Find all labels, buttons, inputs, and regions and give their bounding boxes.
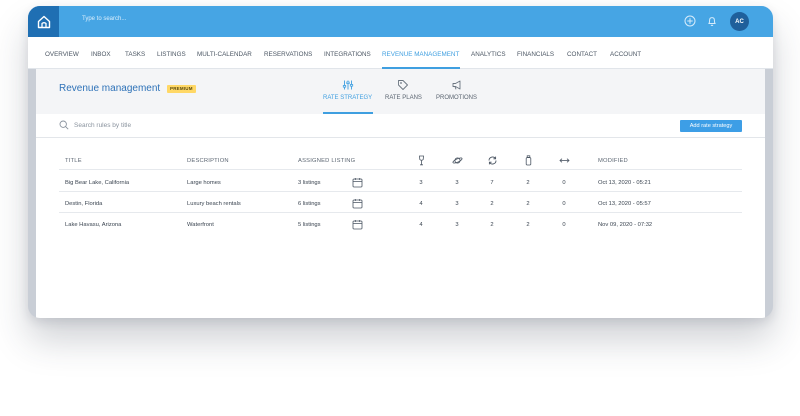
- main-nav: OVERVIEW INBOX TASKS LISTINGS MULTI-CALE…: [28, 37, 773, 69]
- bottle-icon: [525, 155, 532, 166]
- search-icon: [59, 120, 69, 130]
- row-refresh-count: 2: [490, 222, 494, 228]
- arrows-horizontal-icon: [559, 158, 570, 163]
- nav-item-overview[interactable]: OVERVIEW: [45, 51, 79, 58]
- row-modified: Oct 13, 2020 - 05:21: [598, 180, 651, 186]
- calendar-icon[interactable]: [352, 219, 363, 230]
- refresh-icon: [488, 156, 497, 165]
- nav-item-listings[interactable]: LISTINGS: [157, 51, 186, 58]
- row-divider: [59, 212, 742, 213]
- tab-rate-strategy[interactable]: RATE STRATEGY: [323, 79, 372, 101]
- sliders-icon: [342, 80, 353, 90]
- nav-item-integrations[interactable]: INTEGRATIONS: [324, 51, 371, 58]
- calendar-icon[interactable]: [352, 177, 363, 188]
- row-bottle-count: 2: [526, 201, 530, 207]
- row-assigned-listings[interactable]: 5 listings: [298, 222, 321, 228]
- nav-item-inbox[interactable]: INBOX: [91, 51, 111, 58]
- add-rate-strategy-button[interactable]: Add rate strategy: [680, 120, 742, 132]
- nav-item-analytics[interactable]: ANALYTICS: [471, 51, 506, 58]
- page-title: Revenue management: [59, 83, 161, 94]
- tab-label: RATE STRATEGY: [323, 95, 373, 101]
- row-description: Waterfront: [187, 222, 214, 228]
- row-wine-count: 4: [419, 201, 423, 207]
- tab-promotions[interactable]: PROMOTIONS: [436, 79, 477, 101]
- nav-item-tasks[interactable]: TASKS: [125, 51, 145, 58]
- row-planet-count: 3: [455, 201, 459, 207]
- row-modified: Nov 09, 2020 - 07:32: [598, 222, 653, 228]
- rules-search-bar: Add rate strategy: [36, 114, 765, 138]
- row-description: Luxury beach rentals: [187, 201, 241, 207]
- global-search-input[interactable]: Type to search...: [82, 16, 126, 22]
- row-planet-count: 3: [455, 180, 459, 186]
- tag-icon: [398, 80, 409, 90]
- row-wine-count: 3: [419, 180, 423, 186]
- row-planet-count: 3: [455, 222, 459, 228]
- panel-header: Revenue management PREMIUM RATE STRATEGY…: [36, 69, 765, 114]
- row-title: Big Bear Lake, California: [65, 180, 130, 186]
- row-arrows-count: 0: [562, 201, 566, 207]
- megaphone-icon: [452, 80, 460, 90]
- nav-item-multi-calendar[interactable]: MULTI-CALENDAR: [197, 51, 252, 58]
- tab-rate-plans[interactable]: RATE PLANS: [385, 79, 422, 101]
- house-icon: [37, 15, 50, 28]
- home-logo[interactable]: [28, 6, 59, 37]
- row-modified: Oct 13, 2020 - 05:57: [598, 201, 651, 207]
- column-header-title[interactable]: TITLE: [65, 158, 82, 164]
- content-panel: Revenue management PREMIUM RATE STRATEGY…: [36, 69, 765, 318]
- nav-item-revenue-management[interactable]: REVENUE MANAGEMENT: [382, 51, 459, 58]
- row-wine-count: 4: [419, 222, 423, 228]
- calendar-icon[interactable]: [352, 198, 363, 209]
- row-title: Destin, Florida: [65, 201, 103, 207]
- row-arrows-count: 0: [562, 222, 566, 228]
- nav-item-financials[interactable]: FINANCIALS: [517, 51, 554, 58]
- row-bottle-count: 2: [526, 180, 530, 186]
- row-assigned-listings[interactable]: 3 listings: [298, 180, 321, 186]
- nav-item-contact[interactable]: CONTACT: [567, 51, 597, 58]
- add-circle-icon[interactable]: [683, 14, 697, 28]
- column-header-assigned-listing[interactable]: ASSIGNED LISTING: [298, 158, 355, 164]
- row-description: Large homes: [187, 180, 221, 186]
- tab-label: PROMOTIONS: [436, 95, 478, 101]
- premium-badge: PREMIUM: [167, 85, 196, 93]
- row-bottle-count: 2: [526, 222, 530, 228]
- row-divider: [59, 169, 742, 170]
- row-assigned-listings[interactable]: 6 listings: [298, 201, 321, 207]
- row-arrows-count: 0: [562, 180, 566, 186]
- column-header-description[interactable]: DESCRIPTION: [187, 158, 229, 164]
- app-window: Type to search... AC OVERVIEW INBOX TASK…: [28, 6, 773, 318]
- nav-item-account[interactable]: ACCOUNT: [610, 51, 641, 58]
- nav-item-reservations[interactable]: RESERVATIONS: [264, 51, 312, 58]
- search-input[interactable]: [74, 119, 274, 131]
- planet-icon: [452, 157, 463, 164]
- row-refresh-count: 7: [490, 180, 494, 186]
- top-bar: Type to search... AC: [28, 6, 773, 37]
- column-header-modified[interactable]: MODIFIED: [598, 158, 628, 164]
- row-title: Lake Havasu, Arizona: [65, 222, 122, 228]
- tab-label: RATE PLANS: [385, 95, 422, 101]
- row-divider: [59, 191, 742, 192]
- avatar[interactable]: AC: [730, 12, 749, 31]
- row-refresh-count: 2: [490, 201, 494, 207]
- bell-icon[interactable]: [705, 14, 719, 28]
- wine-glass-icon: [419, 155, 424, 166]
